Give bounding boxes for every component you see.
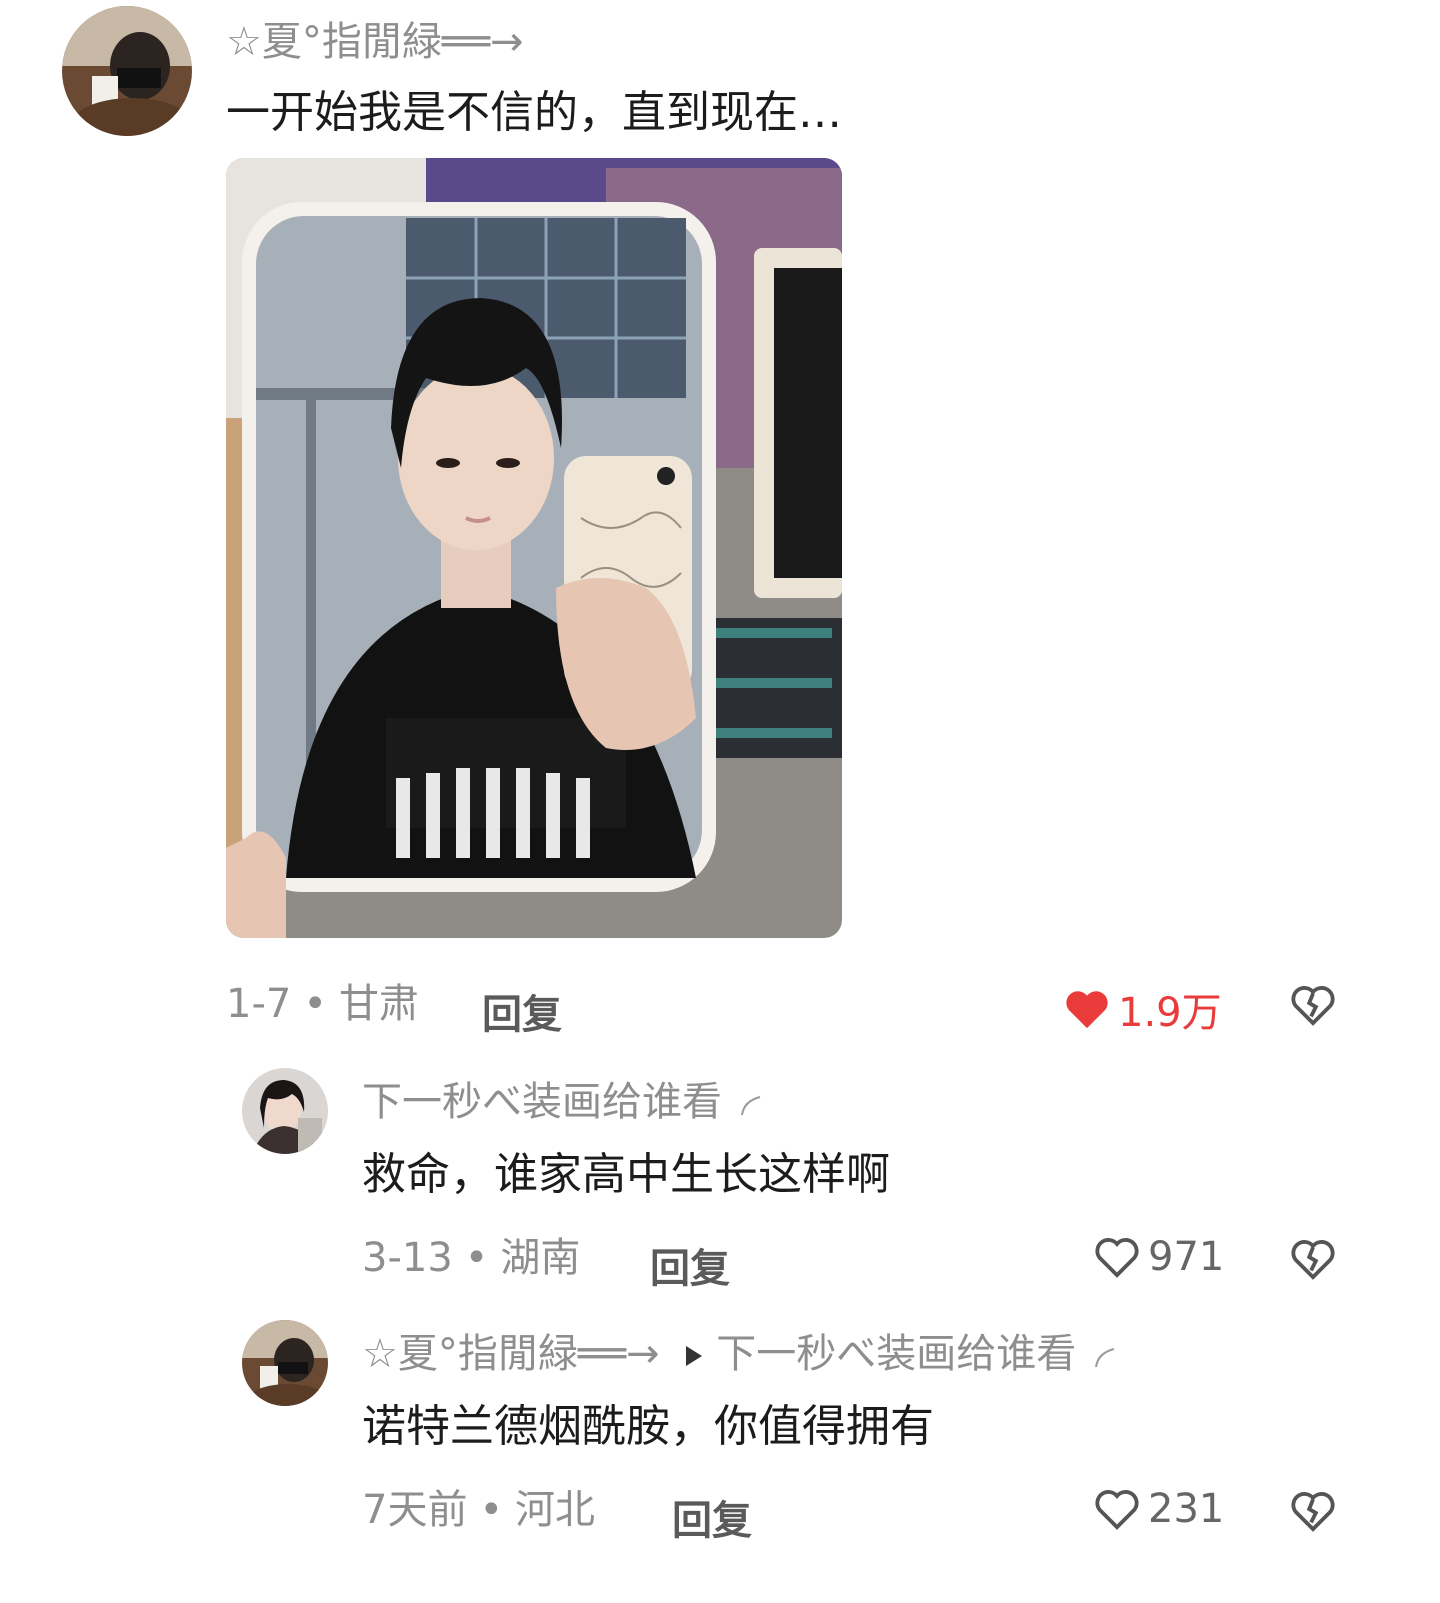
- author-tag-icon: [1095, 1348, 1115, 1368]
- broken-heart-icon: [1291, 986, 1335, 1026]
- comment-photo[interactable]: [226, 158, 842, 938]
- reply-reply-button[interactable]: 回复: [672, 1488, 752, 1546]
- broken-heart-icon: [1291, 1492, 1335, 1532]
- reply-author-name[interactable]: ☆夏°指閒緑══→ 下一秒べ装画给谁看: [362, 1332, 1118, 1376]
- heart-outline-icon: [1095, 1238, 1139, 1278]
- reply-avatar[interactable]: [242, 1320, 328, 1406]
- reply-avatar[interactable]: [242, 1068, 328, 1154]
- reply-author-name[interactable]: 下一秒べ装画给谁看: [362, 1080, 764, 1124]
- comment-meta: 1-7 • 甘肃: [226, 982, 419, 1026]
- reply-text: 诺特兰德烟酰胺，你值得拥有: [362, 1401, 934, 1452]
- comment-date: 1-7: [226, 981, 292, 1027]
- heart-filled-icon: [1066, 991, 1108, 1029]
- meta-separator: •: [479, 1487, 504, 1533]
- reply-dislike-button[interactable]: [1290, 1490, 1336, 1536]
- meta-separator: •: [303, 981, 327, 1027]
- play-triangle-icon: [686, 1346, 703, 1366]
- author-tag-icon: [741, 1096, 761, 1116]
- avatar-image: [62, 6, 192, 136]
- comment-dislike-button[interactable]: [1290, 984, 1336, 1030]
- meta-separator: •: [464, 1235, 489, 1281]
- comment-like-button[interactable]: 1.9万: [1064, 980, 1222, 1038]
- mirror-selfie-image: [226, 158, 842, 938]
- reply-like-button[interactable]: 231: [1094, 1486, 1224, 1532]
- reply-meta: 7天前 • 河北: [362, 1488, 595, 1532]
- reply-date: 7天前: [362, 1487, 468, 1533]
- avatar-image: [242, 1068, 328, 1154]
- reply-date: 3-13: [362, 1235, 453, 1281]
- reply-dislike-button[interactable]: [1290, 1238, 1336, 1284]
- comment-text: 一开始我是不信的，直到现在…: [226, 87, 842, 138]
- reply-to-name[interactable]: 下一秒べ装画给谁看: [716, 1331, 1076, 1377]
- reply-location: 湖南: [500, 1235, 581, 1281]
- reply-like-count: 231: [1148, 1486, 1225, 1532]
- comment-author-name[interactable]: ☆夏°指閒緑══→: [226, 20, 524, 64]
- comment-like-count: 1.9万: [1118, 990, 1222, 1036]
- reply-like-count: 971: [1148, 1234, 1225, 1280]
- heart-outline-icon: [1095, 1490, 1139, 1530]
- comment-reply-button[interactable]: 回复: [482, 982, 562, 1040]
- reply-reply-button[interactable]: 回复: [650, 1236, 730, 1294]
- avatar-image: [242, 1320, 328, 1406]
- comment-location: 甘肃: [338, 981, 419, 1027]
- broken-heart-icon: [1291, 1240, 1335, 1280]
- reply-author-text: ☆夏°指閒緑══→: [362, 1331, 660, 1377]
- reply-location: 河北: [515, 1487, 596, 1533]
- reply-author-text: 下一秒べ装画给谁看: [362, 1079, 722, 1125]
- reply-like-button[interactable]: 971: [1094, 1234, 1224, 1280]
- reply-text: 救命，谁家高中生长这样啊: [362, 1149, 890, 1200]
- reply-meta: 3-13 • 湖南: [362, 1236, 580, 1280]
- author-avatar[interactable]: [62, 6, 192, 136]
